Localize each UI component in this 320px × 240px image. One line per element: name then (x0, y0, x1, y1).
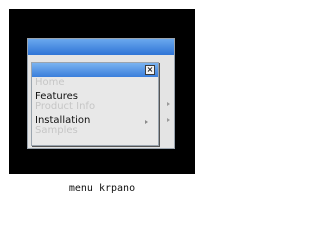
menu-item-label: Product Info (35, 101, 96, 112)
screenshot-canvas: × Home Features Product Info Installatio… (0, 0, 204, 209)
menu-item-product-info[interactable]: Product Info (35, 100, 95, 113)
menu-item-label: Home (35, 77, 65, 88)
submenu-arrow-icon (145, 120, 148, 124)
close-button[interactable]: × (145, 65, 155, 75)
menu-item-label: Samples (35, 125, 78, 136)
menu-item-samples[interactable]: Samples (35, 124, 78, 137)
menu-item-home[interactable]: Home (35, 76, 65, 89)
close-icon: × (146, 65, 154, 74)
background-submenu-arrow-icon (167, 102, 170, 106)
popup-menu-window: × Home Features Product Info Installatio… (31, 62, 159, 146)
background-menu-titlebar (28, 39, 174, 55)
popup-menu-titlebar[interactable]: × (32, 63, 158, 77)
caption-text: menu krpano (68, 183, 136, 194)
background-submenu-arrow-icon (167, 118, 170, 122)
